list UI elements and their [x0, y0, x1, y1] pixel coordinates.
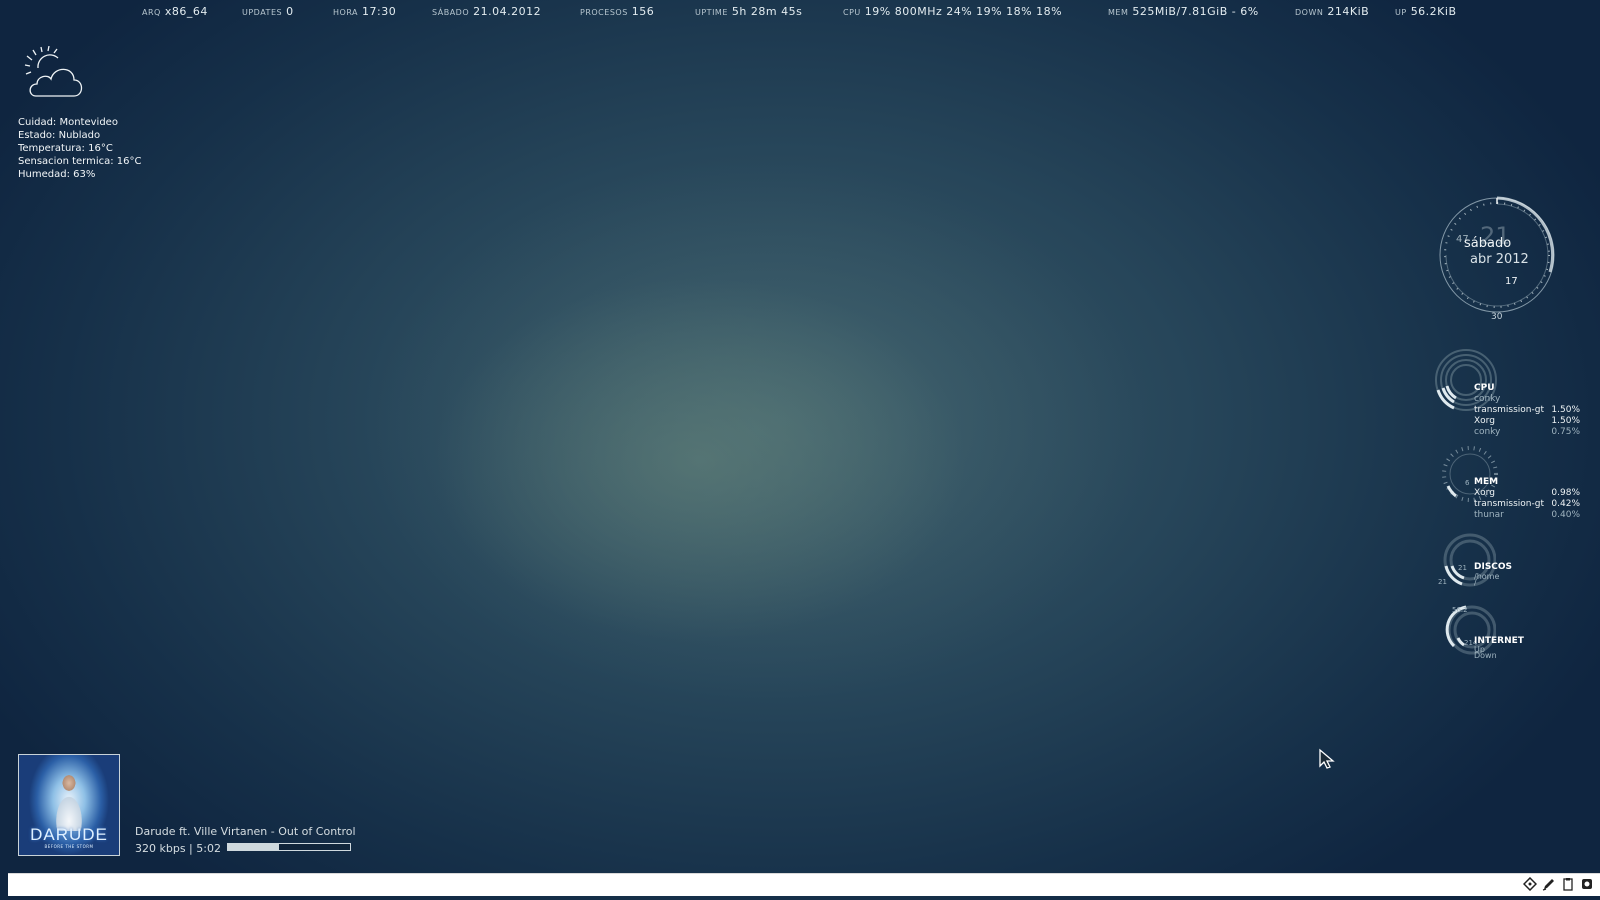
processes-stat: Procesos 156 — [580, 5, 655, 18]
time-stat: Hora 17:30 — [333, 5, 397, 18]
clipboard-icon[interactable] — [1560, 877, 1575, 892]
weather-widget: Cuidad: Montevideo Estado: Nublado Tempe… — [18, 46, 178, 181]
album-artist-logo: DARUDE — [30, 825, 108, 844]
weather-state: Estado: Nublado — [18, 130, 101, 141]
cpu-proc-2: Xorg — [1474, 416, 1495, 426]
cpu-proc-0: conky — [1474, 394, 1501, 404]
album-subtitle: BEFORE THE STORM — [44, 844, 94, 849]
album-figure — [53, 771, 85, 831]
date-stat: sábado 21.04.2012 — [432, 5, 542, 18]
cpu-proc-2-value: 1.50% — [1551, 416, 1580, 426]
mem-stat: Mem 525MiB/7.81GiB - 6% — [1108, 5, 1259, 18]
cpu-proc-3: conky — [1474, 427, 1501, 437]
cpu-stat: Cpu 19% 800MHz 24% 19% 18% 18% — [843, 5, 1063, 18]
disk-item-root: / — [1474, 578, 1477, 587]
album-art: DARUDE BEFORE THE STORM — [18, 754, 120, 856]
cloud-sun-icon — [24, 46, 83, 97]
mem-proc-2-value: 0.40% — [1551, 510, 1580, 520]
clock-hour: 17 — [1505, 276, 1518, 287]
weather-feels-like: Sensacion termica: 16°C — [18, 156, 142, 167]
track-title: Darude ft. Ville Virtanen - Out of Contr… — [135, 825, 356, 838]
disks-gauge-label-1: 21 — [1458, 564, 1467, 572]
track-progress-bar — [227, 843, 351, 851]
conky-top-bar: Arq x86_64 Updates 0 Hora 17:30 sábado 2… — [0, 0, 1600, 22]
mem-proc-0: Xorg — [1474, 488, 1495, 498]
weather-temperature: Temperatura: 16°C — [18, 143, 113, 154]
cpu-proc-1-value: 1.50% — [1551, 405, 1580, 415]
weather-city: Cuidad: Montevideo — [18, 117, 118, 128]
internet-item-down: Down — [1474, 651, 1497, 660]
mouse-cursor-icon — [1319, 748, 1335, 769]
bottom-taskbar[interactable] — [8, 873, 1600, 896]
mem-proc-0-value: 0.98% — [1551, 488, 1580, 498]
mem-title: MEM — [1474, 477, 1499, 487]
down-stat: Down 214KiB — [1295, 5, 1370, 18]
uptime-stat: Uptime 5h 28m 45s — [695, 5, 803, 18]
weather-humidity: Humedad: 63% — [18, 169, 96, 180]
clock-second: 30 — [1491, 312, 1503, 322]
mem-gauge-label: 6 — [1465, 479, 1470, 487]
conky-right-panel: 21 47 sábado abr 2012 17 30 CPU conky tr… — [1430, 190, 1600, 670]
cpu-proc-3-value: 0.75% — [1551, 427, 1580, 437]
disks-gauge-label-2: 21 — [1438, 578, 1447, 586]
internet-up-value: 56.2 — [1452, 606, 1468, 614]
network-icon[interactable] — [1522, 876, 1537, 892]
up-stat: Up 56.2KiB — [1395, 5, 1457, 18]
cpu-proc-1: transmission-gt — [1474, 405, 1544, 415]
mem-proc-1-value: 0.42% — [1551, 499, 1580, 509]
track-progress-fill — [228, 844, 280, 850]
clock-day-name: sábado — [1464, 236, 1512, 251]
disks-title: DISCOS — [1474, 562, 1513, 572]
cpu-title: CPU — [1474, 383, 1495, 393]
updates-stat: Updates 0 — [242, 5, 294, 18]
lock-icon[interactable] — [1579, 877, 1594, 892]
disk-item-home: /home — [1474, 572, 1500, 581]
system-tray — [1522, 876, 1594, 892]
arch-stat: Arq x86_64 — [142, 5, 208, 18]
clock-month-year: abr 2012 — [1470, 252, 1529, 267]
mem-proc-1: transmission-gt — [1474, 499, 1544, 509]
mem-proc-2: thunar — [1474, 510, 1504, 520]
pen-icon[interactable] — [1541, 877, 1556, 892]
track-meta: 320 kbps | 5:02 — [135, 842, 221, 855]
